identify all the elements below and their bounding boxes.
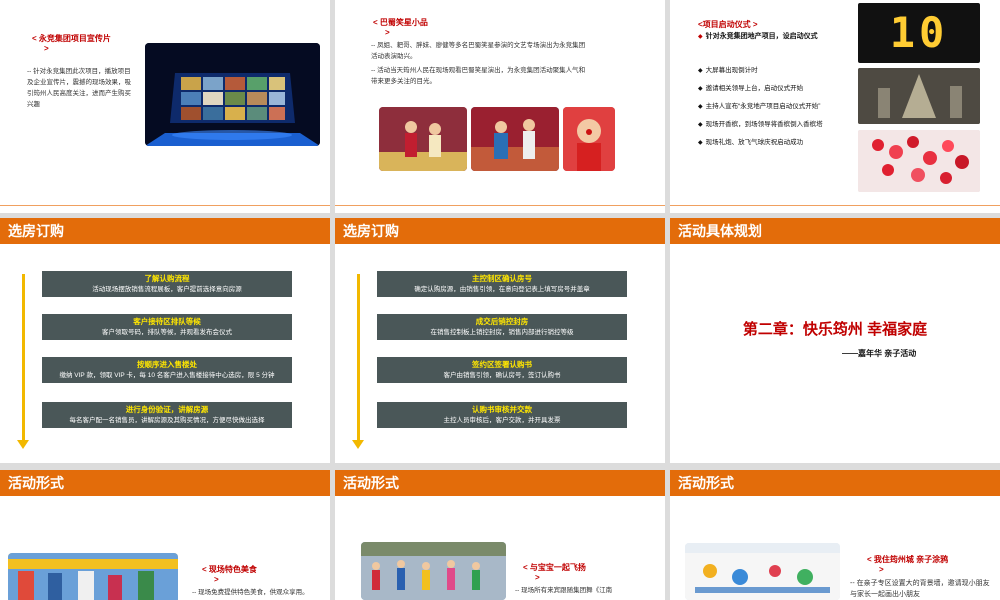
- slide-header: 选房订购: [335, 218, 665, 244]
- dance-crowd-image: [361, 542, 506, 600]
- flow-step: 按顺序进入售楼处 缴纳 VIP 款，领取 VIP 卡，每 10 名客户进入售楼接待…: [42, 357, 292, 383]
- slide-dance[interactable]: 活动形式 < 与宝宝一起飞扬 > -- 现场所有来宾跟随集团舞《江南: [335, 470, 665, 600]
- chapter-title: 第二章：快乐筠州 幸福家庭: [742, 321, 928, 338]
- comedy-photo-3: [563, 107, 615, 171]
- flow-step: 签约区签署认购书 客户由销售引领，确认房号，签订认购书: [377, 357, 627, 383]
- ceremony-step: ◆ 邀请相关领导上台，启动仪式开始: [698, 85, 804, 92]
- slide-header: 选房订购: [0, 218, 330, 244]
- divider: [670, 205, 1000, 206]
- flow-arrow: [357, 274, 360, 444]
- divider: [0, 205, 330, 206]
- graffiti-wall-image: [685, 543, 840, 600]
- slide-title: < 巴蜀笑星小品 >: [373, 18, 428, 37]
- slide-title: < 现场特色美食 >: [202, 565, 257, 584]
- slide-body-1: -- 凤姐、耙哥、胖妹、廖健等多名巴蜀笑星参演的文艺专场演出为永竞集团活动表演助…: [371, 42, 586, 60]
- slide-title: <项目启动仪式 >: [698, 20, 758, 29]
- slide-project-video[interactable]: < 永竞集团项目宣传片 > -- 针对永竞集团此次项目，播放项目及企业宣传片，震…: [0, 0, 330, 213]
- flow-step: 认购书审核并交款 主控人员审核后，客户交款，并开具发票: [377, 402, 627, 428]
- slide-title: < 我住筠州城 亲子涂鸦 >: [867, 555, 949, 574]
- flow-step: 进行身份验证，讲解房源 每名客户配一名销售员，讲解房源及其购买情况，方便尽快做出选…: [42, 402, 292, 428]
- slide-body: -- 在亲子专区设置大的背景墙，邀请现小朋友与家长一起画出小朋友: [850, 580, 990, 598]
- slide-body: -- 针对永竞集团此次项目，播放项目及企业宣传片，震撼的现场效果，吸引筠州人民高…: [27, 68, 131, 108]
- balloons-image: [858, 130, 980, 192]
- slide-header: 活动形式: [335, 470, 665, 496]
- video-stage-image: [145, 43, 320, 146]
- slide-header: 活动具体规划: [670, 218, 1000, 244]
- slide-body: -- 现场免费提供特色美食，供观众享用。: [192, 589, 309, 596]
- flow-arrow-head: [352, 440, 364, 449]
- slide-chapter-2[interactable]: 活动具体规划 第二章：快乐筠州 幸福家庭 ——嘉年华 亲子活动: [670, 218, 1000, 463]
- chapter-subtitle: ——嘉年华 亲子活动: [842, 349, 917, 358]
- champagne-tower-image: [858, 68, 980, 124]
- slide-graffiti[interactable]: 活动形式 < 我住筠州城 亲子涂鸦 > -- 在亲子专区设置大的背景墙，邀请现小…: [670, 470, 1000, 600]
- ceremony-step: ◆ 大屏幕出现倒计时: [698, 67, 758, 74]
- slide-comedy-show[interactable]: < 巴蜀笑星小品 > -- 凤姐、耙哥、胖妹、廖健等多名巴蜀笑星参演的文艺专场演…: [335, 0, 665, 213]
- slide-title: < 永竞集团项目宣传片 >: [32, 34, 111, 53]
- flow-arrow: [22, 274, 25, 444]
- slide-food[interactable]: 活动形式 < 现场特色美食 > -- 现场免费提供特色美食，供观众享用。: [0, 470, 330, 600]
- comedy-photo-1: [379, 107, 467, 171]
- flow-step: 客户接待区排队等候 客户领取号码，排队等候，并观看发布会仪式: [42, 314, 292, 340]
- flow-step: 了解认购流程 活动现场摆放销售流程展板，客户提前选择意向房源: [42, 271, 292, 297]
- ceremony-step: ◆ 现场礼炮、放飞气球庆祝启动成功: [698, 139, 804, 146]
- slide-house-selection-2[interactable]: 选房订购 主控制区确认房号 确定认购房源，由销售引领，在意向登记表上填写房号并盖章…: [335, 218, 665, 463]
- countdown-number: 10: [889, 8, 949, 57]
- flow-step: 主控制区确认房号 确定认购房源，由销售引领，在意向登记表上填写房号并盖章: [377, 271, 627, 297]
- slide-body-2: -- 活动当天筠州人民在现场观看巴蜀笑星演出，为永竞集团活动聚集人气和带来更多关…: [371, 67, 586, 85]
- countdown-image: 10: [858, 3, 980, 63]
- ceremony-step: ◆ 现场开香槟，到场领导将香槟倒入香槟塔: [698, 121, 823, 128]
- slide-subtitle: ◆ 针对永竞集团地产项目，设启动仪式: [698, 33, 818, 40]
- divider: [335, 205, 665, 206]
- flow-arrow-head: [17, 440, 29, 449]
- slide-header: 活动形式: [0, 470, 330, 496]
- food-stall-image: [8, 553, 178, 600]
- slide-house-selection-1[interactable]: 选房订购 了解认购流程 活动现场摆放销售流程展板，客户提前选择意向房源 客户接待区…: [0, 218, 330, 463]
- comedy-photo-2: [471, 107, 559, 171]
- slide-body: -- 现场所有来宾跟随集团舞《江南: [515, 587, 613, 594]
- slide-title: < 与宝宝一起飞扬 >: [523, 563, 586, 582]
- slide-header: 活动形式: [670, 470, 1000, 496]
- ceremony-step: ◆ 主持人宣布“永竞地产项目启动仪式开始”: [698, 103, 821, 110]
- flow-step: 成交后销控封房 在销售控制板上销控封房，销售内部进行销控等级: [377, 314, 627, 340]
- slide-launch-ceremony[interactable]: <项目启动仪式 > ◆ 针对永竞集团地产项目，设启动仪式 ◆ 大屏幕出现倒计时 ◆ 邀…: [670, 0, 1000, 213]
